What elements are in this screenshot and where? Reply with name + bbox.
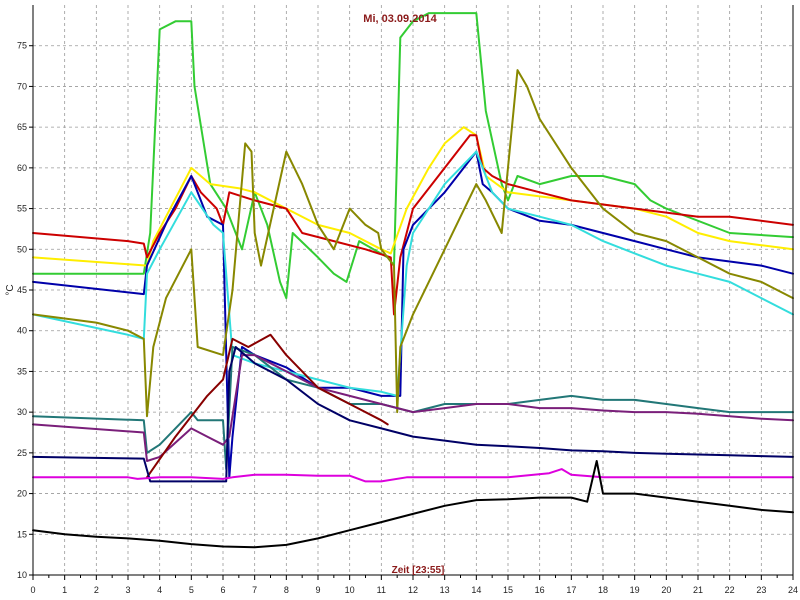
y-tick-label: 10 bbox=[17, 570, 27, 580]
x-tick-label: 20 bbox=[661, 585, 671, 595]
x-tick-label: 18 bbox=[598, 585, 608, 595]
x-tick-label: 4 bbox=[157, 585, 162, 595]
y-tick-label: 65 bbox=[17, 122, 27, 132]
x-tick-label: 1 bbox=[62, 585, 67, 595]
x-tick-label: 10 bbox=[345, 585, 355, 595]
temperature-chart: 0 1 2 3 4 5 6 7 8 9 10 11 12 13 14 15 16 17 18 19 20 21 22 23 24… bbox=[0, 0, 800, 600]
y-tick-label: 55 bbox=[17, 204, 27, 214]
x-tick-label: 7 bbox=[252, 585, 257, 595]
y-tick-label: 25 bbox=[17, 448, 27, 458]
x-tick-label: 13 bbox=[440, 585, 450, 595]
x-tick-label: 15 bbox=[503, 585, 513, 595]
x-tick-label: 5 bbox=[189, 585, 194, 595]
x-tick-label: 9 bbox=[315, 585, 320, 595]
x-tick-label: 21 bbox=[693, 585, 703, 595]
x-tick-label: 22 bbox=[725, 585, 735, 595]
x-tick-label: 23 bbox=[756, 585, 766, 595]
x-tick-label: 12 bbox=[408, 585, 418, 595]
x-tick-label: 0 bbox=[30, 585, 35, 595]
x-tick-label: 6 bbox=[220, 585, 225, 595]
x-tick-label: 3 bbox=[125, 585, 130, 595]
x-tick-label: 24 bbox=[788, 585, 798, 595]
y-tick-label: 15 bbox=[17, 529, 27, 539]
x-tick-label: 8 bbox=[284, 585, 289, 595]
chart-background bbox=[0, 0, 800, 600]
y-tick-label: 45 bbox=[17, 285, 27, 295]
chart-title: Mi, 03.09.2014 bbox=[363, 13, 437, 25]
y-tick-label: 50 bbox=[17, 244, 27, 254]
y-tick-label: 60 bbox=[17, 163, 27, 173]
y-tick-label: 30 bbox=[17, 407, 27, 417]
x-tick-label: 2 bbox=[94, 585, 99, 595]
x-tick-label: 19 bbox=[630, 585, 640, 595]
y-tick-label: 40 bbox=[17, 326, 27, 336]
x-tick-label: 17 bbox=[566, 585, 576, 595]
x-tick-label: 16 bbox=[535, 585, 545, 595]
x-axis-label: Zeit [23:55] bbox=[392, 565, 445, 576]
y-axis-label: °C bbox=[5, 284, 16, 295]
y-tick-label: 70 bbox=[17, 81, 27, 91]
y-tick-label: 20 bbox=[17, 489, 27, 499]
x-tick-label: 14 bbox=[471, 585, 481, 595]
y-tick-label: 35 bbox=[17, 366, 27, 376]
y-tick-label: 75 bbox=[17, 41, 27, 51]
x-tick-label: 11 bbox=[377, 585, 386, 595]
